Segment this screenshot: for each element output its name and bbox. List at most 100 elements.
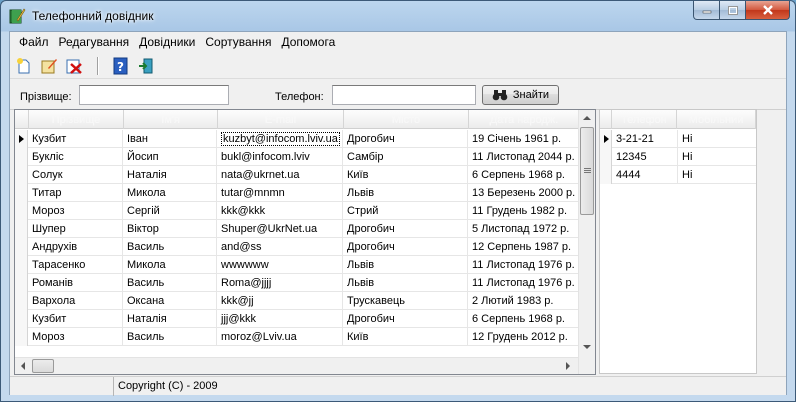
cell-name[interactable]: Сергій <box>123 202 217 220</box>
menu-file[interactable]: Файл <box>14 35 54 49</box>
contacts-grid[interactable]: Прізвище Ім'я E-mail Місто Дата народж. … <box>14 109 596 375</box>
cell-birthdate[interactable]: 2 Лютий 1983 р. <box>468 292 579 310</box>
cell-email[interactable]: wwwwww <box>217 256 343 274</box>
cell-birthdate[interactable]: 11 Грудень 1982 р. <box>468 202 579 220</box>
cell-city[interactable]: Трускавець <box>343 292 468 310</box>
cell-birthdate[interactable]: 5 Листопад 1972 р. <box>468 220 579 238</box>
table-row[interactable]: Титар Микола tutar@mnmn Львів 13 Березен… <box>15 184 579 202</box>
cell-birthdate[interactable]: 12 Грудень 2012 р. <box>468 328 579 346</box>
column-header-name[interactable]: Ім'я <box>124 110 218 129</box>
cell-city[interactable]: Дрогобич <box>343 220 468 238</box>
cell-email[interactable]: Roma@jjjj <box>217 274 343 292</box>
cell-surname[interactable]: Мороз <box>28 202 123 220</box>
cell-birthdate[interactable]: 6 Серпень 1968 р. <box>468 166 579 184</box>
cell-surname[interactable]: Солук <box>28 166 123 184</box>
surname-input[interactable] <box>79 85 229 105</box>
cell-email[interactable]: moroz@Lviv.ua <box>217 328 343 346</box>
cell-city[interactable]: Львів <box>343 274 468 292</box>
cell-mobile[interactable]: Ні <box>678 130 756 148</box>
cell-city[interactable]: Дрогобич <box>343 238 468 256</box>
horizontal-scroll-thumb[interactable] <box>32 359 54 373</box>
column-header-surname[interactable]: Прізвище <box>29 110 124 129</box>
scroll-down-arrow-icon[interactable] <box>583 344 591 350</box>
title-bar[interactable]: Телефонний довідник <box>1 1 795 31</box>
cell-mobile[interactable]: Ні <box>678 148 756 166</box>
table-row[interactable]: Солук Наталія nata@ukrnet.ua Київ 6 Серп… <box>15 166 579 184</box>
cell-email[interactable]: bukl@infocom.lviv <box>217 148 343 166</box>
table-row[interactable]: 3-21-21 Ні <box>600 130 756 148</box>
horizontal-scrollbar[interactable] <box>15 357 578 374</box>
cell-email[interactable]: Shuper@UkrNet.ua <box>217 220 343 238</box>
table-row[interactable]: Кузбит Наталія jjj@kkk Дрогобич 6 Серпен… <box>15 310 579 328</box>
cell-name[interactable]: Іван <box>123 130 217 148</box>
new-record-button[interactable] <box>14 56 34 76</box>
cell-name[interactable]: Йосип <box>123 148 217 166</box>
column-header-city[interactable]: Місто <box>344 110 469 129</box>
cell-city[interactable]: Дрогобич <box>343 310 468 328</box>
cell-phone[interactable]: 12345 <box>612 148 678 166</box>
cell-city[interactable]: Львів <box>343 256 468 274</box>
table-row[interactable]: 12345 Ні <box>600 148 756 166</box>
table-row[interactable]: Шупер Віктор Shuper@UkrNet.ua Дрогобич 5… <box>15 220 579 238</box>
scroll-left-arrow-icon[interactable] <box>20 362 26 370</box>
cell-email[interactable]: nata@ukrnet.ua <box>217 166 343 184</box>
cell-surname[interactable]: Андрухів <box>28 238 123 256</box>
vertical-scrollbar[interactable] <box>578 110 595 374</box>
scroll-right-arrow-icon[interactable] <box>565 362 571 370</box>
find-button[interactable]: Знайти <box>482 85 559 105</box>
cell-surname[interactable]: Тарасенко <box>28 256 123 274</box>
cell-birthdate[interactable]: 19 Січень 1961 р. <box>468 130 579 148</box>
cell-birthdate[interactable]: 6 Серпень 1968 р. <box>468 310 579 328</box>
cell-email[interactable]: kkk@jj <box>217 292 343 310</box>
cell-surname[interactable]: Вархола <box>28 292 123 310</box>
cell-birthdate[interactable]: 11 Листопад 2044 р. <box>468 148 579 166</box>
cell-name[interactable]: Микола <box>123 256 217 274</box>
cell-email[interactable]: tutar@mnmn <box>217 184 343 202</box>
table-row[interactable]: Андрухів Василь and@ss Дрогобич 12 Серпе… <box>15 238 579 256</box>
table-row[interactable]: Мороз Василь moroz@Lviv.ua Київ 12 Груде… <box>15 328 579 346</box>
cell-city[interactable]: Самбір <box>343 148 468 166</box>
table-row[interactable]: Мороз Сергій kkk@kkk Стрий 11 Грудень 19… <box>15 202 579 220</box>
table-row[interactable]: Кузбит Іван kuzbyt@infocom.lviv.ua Дрого… <box>15 130 579 148</box>
cell-city[interactable]: Київ <box>343 328 468 346</box>
vertical-scroll-thumb[interactable] <box>580 127 594 215</box>
column-header-birthdate[interactable]: Дата народж. <box>469 110 580 129</box>
cell-email[interactable]: kkk@kkk <box>217 202 343 220</box>
column-header-phone[interactable]: Телефон <box>612 110 678 129</box>
cell-name[interactable]: Наталія <box>123 310 217 328</box>
cell-email[interactable]: jjj@kkk <box>217 310 343 328</box>
cell-city[interactable]: Київ <box>343 166 468 184</box>
cell-name[interactable]: Василь <box>123 274 217 292</box>
cell-name[interactable]: Василь <box>123 238 217 256</box>
table-row[interactable]: Романів Василь Roma@jjjj Львів 11 Листоп… <box>15 274 579 292</box>
close-button[interactable] <box>746 1 790 20</box>
column-header-email[interactable]: E-mail <box>218 110 344 129</box>
cell-surname[interactable]: Мороз <box>28 328 123 346</box>
cell-birthdate[interactable]: 11 Листопад 1976 р. <box>468 256 579 274</box>
menu-references[interactable]: Довідники <box>134 35 200 49</box>
help-button[interactable]: ? <box>111 56 131 76</box>
menu-help[interactable]: Допомога <box>276 35 340 49</box>
menu-sort[interactable]: Сортування <box>200 35 276 49</box>
cell-surname[interactable]: Букліс <box>28 148 123 166</box>
cell-birthdate[interactable]: 13 Березень 2000 р. <box>468 184 579 202</box>
edit-record-button[interactable] <box>39 56 59 76</box>
phone-input[interactable] <box>332 85 476 105</box>
cell-city[interactable]: Стрий <box>343 202 468 220</box>
cell-name[interactable]: Василь <box>123 328 217 346</box>
table-row[interactable]: Букліс Йосип bukl@infocom.lviv Самбір 11… <box>15 148 579 166</box>
cell-email[interactable]: kuzbyt@infocom.lviv.ua <box>217 130 343 148</box>
cell-surname[interactable]: Романів <box>28 274 123 292</box>
phones-grid[interactable]: Телефон Мобільний 3-21-21 Ні 12345 Ні 44… <box>599 109 757 374</box>
cell-name[interactable]: Микола <box>123 184 217 202</box>
cell-name[interactable]: Віктор <box>123 220 217 238</box>
cell-email[interactable]: and@ss <box>217 238 343 256</box>
column-header-mobile[interactable]: Мобільний <box>677 110 756 129</box>
cell-birthdate[interactable]: 12 Серпень 1987 р. <box>468 238 579 256</box>
cell-phone[interactable]: 3-21-21 <box>612 130 678 148</box>
cell-city[interactable]: Львів <box>343 184 468 202</box>
exit-button[interactable] <box>136 56 156 76</box>
table-row[interactable]: Тарасенко Микола wwwwww Львів 11 Листопа… <box>15 256 579 274</box>
table-row[interactable]: Вархола Оксана kkk@jj Трускавець 2 Лютий… <box>15 292 579 310</box>
cell-surname[interactable]: Кузбит <box>28 310 123 328</box>
